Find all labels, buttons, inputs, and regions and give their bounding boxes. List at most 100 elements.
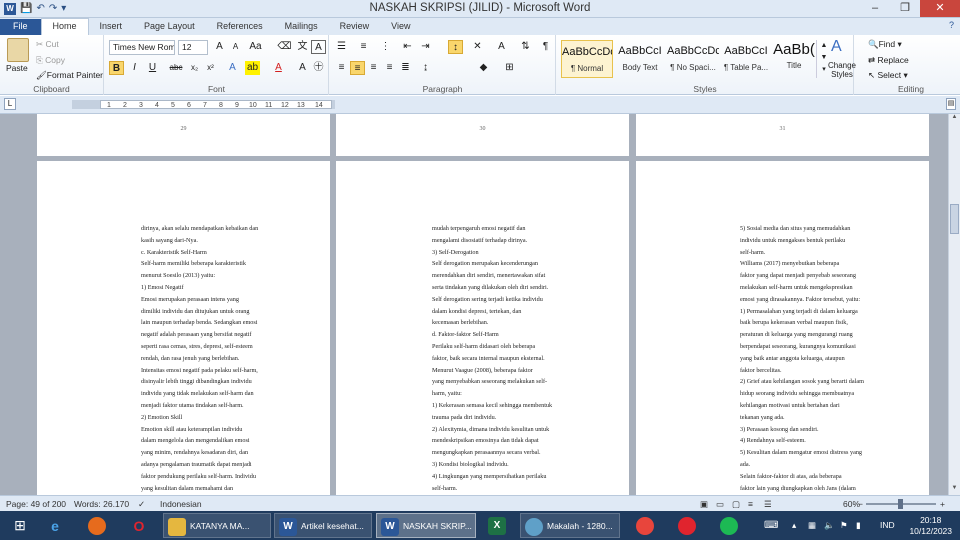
start-button[interactable]: ⊞ xyxy=(6,513,34,538)
ie-icon[interactable]: e xyxy=(42,513,68,538)
volume-icon[interactable]: 🔈 xyxy=(824,513,838,538)
taskbar-app-katanya[interactable]: KATANYA MA... xyxy=(163,513,271,538)
network-icon[interactable]: ▦ xyxy=(808,513,822,538)
tray-up-icon[interactable]: ▴ xyxy=(792,513,806,538)
distributed-icon[interactable]: ≣ xyxy=(398,61,413,75)
view-print-layout-icon[interactable]: ▣ xyxy=(700,499,708,510)
underline-button[interactable]: U xyxy=(145,61,160,75)
enclose-char-icon[interactable]: ㊉ xyxy=(311,61,326,75)
input-language[interactable]: IND xyxy=(880,513,900,538)
paste-button[interactable]: Paste xyxy=(6,63,28,73)
font-size-select[interactable]: 12 xyxy=(178,40,208,55)
view-outline-icon[interactable]: ≡ xyxy=(748,499,753,509)
copy-button[interactable]: ⎘ Copy xyxy=(36,55,65,66)
justify-icon[interactable]: ≡ xyxy=(382,61,397,75)
spacing-icon[interactable]: ↨ xyxy=(418,61,433,75)
decrease-indent-icon[interactable]: ⇤ xyxy=(400,40,415,54)
shrink-font-icon[interactable]: A xyxy=(228,40,243,54)
char-border-icon[interactable]: A xyxy=(311,40,326,54)
minimize-button[interactable]: – xyxy=(860,0,890,17)
proofing-icon[interactable]: ✓ xyxy=(138,499,145,510)
multilevel-list-icon[interactable]: ⋮ xyxy=(378,40,393,54)
grow-font-icon[interactable]: A xyxy=(212,40,227,54)
excel-icon[interactable]: X xyxy=(484,513,512,538)
style-table-paragraph[interactable]: AaBbCcI ¶ Table Pa... xyxy=(720,40,772,78)
paste-icon[interactable] xyxy=(7,38,29,62)
italic-button[interactable]: I xyxy=(127,61,142,75)
tab-selector-icon[interactable]: L xyxy=(4,98,16,110)
document-area[interactable]: 29 30 31 dirinya, akan selalu mendapatka… xyxy=(0,114,948,495)
sort-icon[interactable]: ⇅ xyxy=(518,40,533,54)
clock[interactable]: 20:18 10/12/2023 xyxy=(909,515,952,537)
view-ruler-icon[interactable]: ▤ xyxy=(946,98,956,110)
char-shading-icon[interactable]: A xyxy=(295,61,310,75)
taskbar-app-makalah[interactable]: Makalah - 1280... xyxy=(520,513,620,538)
subscript-button[interactable]: x₂ xyxy=(187,61,202,75)
keyboard-icon[interactable]: ⌨ xyxy=(764,513,784,538)
maximize-button[interactable]: ❐ xyxy=(890,0,920,17)
tab-mailings[interactable]: Mailings xyxy=(274,19,329,35)
text-effects-icon[interactable]: A xyxy=(225,61,240,75)
page-count[interactable]: Page: 49 of 200 xyxy=(6,499,66,509)
tab-file[interactable]: File xyxy=(0,19,41,35)
font-color-icon[interactable]: A xyxy=(271,61,286,75)
scroll-down-icon[interactable]: ▼ xyxy=(949,485,960,495)
bold-button[interactable]: B xyxy=(109,61,124,75)
battery-icon[interactable]: ▮ xyxy=(856,513,870,538)
page-left[interactable]: dirinya, akan selalu mendapatkan kebaika… xyxy=(37,161,330,495)
style-no-spacing[interactable]: AaBbCcDc ¶ No Spaci... xyxy=(667,40,719,78)
tab-view[interactable]: View xyxy=(380,19,421,35)
chrome-icon[interactable] xyxy=(632,513,658,538)
flag-icon[interactable]: ⚑ xyxy=(840,513,854,538)
numbering-icon[interactable]: ≡ xyxy=(356,40,371,54)
zoom-in-icon[interactable]: + xyxy=(940,499,945,509)
tab-references[interactable]: References xyxy=(206,19,274,35)
superscript-button[interactable]: x² xyxy=(203,61,218,75)
style-normal[interactable]: AaBbCcDc ¶ Normal xyxy=(561,40,613,78)
change-styles-icon[interactable]: A xyxy=(831,38,842,56)
tab-review[interactable]: Review xyxy=(329,19,381,35)
help-icon[interactable]: ? xyxy=(949,20,954,30)
shading-icon[interactable]: ◆ xyxy=(476,61,491,75)
text-direction-icon[interactable]: ✕ xyxy=(470,40,485,54)
change-styles-button[interactable]: Change Styles xyxy=(827,61,857,79)
cut-button[interactable]: ✂ Cut xyxy=(36,39,59,50)
find-button[interactable]: 🔍Find ▾ xyxy=(868,39,902,50)
view-web-layout-icon[interactable]: ▢ xyxy=(732,499,740,510)
scroll-thumb[interactable] xyxy=(950,204,959,234)
view-draft-icon[interactable]: ☰ xyxy=(764,499,772,510)
tab-insert[interactable]: Insert xyxy=(89,19,134,35)
highlight-icon[interactable]: ab xyxy=(245,61,260,75)
horizontal-ruler[interactable]: L 1 2 3 4 5 6 7 8 9 10 11 12 13 14 ▤ xyxy=(0,96,960,114)
align-right-icon[interactable]: ≡ xyxy=(366,61,381,75)
spotify-icon[interactable] xyxy=(716,513,742,538)
page-right[interactable]: 5) Sosial media dan situs yang memudahka… xyxy=(636,161,929,495)
firefox-icon[interactable] xyxy=(84,513,110,538)
borders-icon[interactable]: ⊞ xyxy=(502,61,517,75)
strikethrough-button[interactable]: abc xyxy=(167,61,185,75)
clear-format-icon[interactable]: ⌫ xyxy=(277,40,292,54)
taskbar-app-artikel[interactable]: W Artikel kesehat... xyxy=(274,513,372,538)
style-title[interactable]: AaBb( Title xyxy=(773,40,815,78)
style-body-text[interactable]: AaBbCcI Body Text xyxy=(614,40,666,78)
tab-page-layout[interactable]: Page Layout xyxy=(133,19,206,35)
language-status[interactable]: Indonesian xyxy=(160,499,202,509)
replace-button[interactable]: ⇄ Replace xyxy=(868,55,909,66)
asian-layout-icon[interactable]: A xyxy=(494,40,509,54)
increase-indent-icon[interactable]: ⇥ xyxy=(418,40,433,54)
zoom-out-icon[interactable]: − xyxy=(858,499,863,509)
view-full-screen-icon[interactable]: ▭ xyxy=(716,499,724,510)
change-case-icon[interactable]: Aa xyxy=(248,40,263,54)
tab-home[interactable]: Home xyxy=(40,18,89,35)
select-button[interactable]: ↖ Select ▾ xyxy=(868,70,908,81)
show-marks-icon[interactable]: ¶ xyxy=(538,40,553,54)
line-spacing-icon[interactable]: ↕ xyxy=(448,40,463,54)
scroll-up-icon[interactable]: ▲ xyxy=(949,114,960,124)
align-left-icon[interactable]: ≡ xyxy=(334,61,349,75)
opera-icon[interactable]: O xyxy=(126,513,152,538)
format-painter-button[interactable]: 🖌Format Painter xyxy=(36,70,103,81)
close-button[interactable]: ✕ xyxy=(920,0,960,17)
vertical-scrollbar[interactable]: ▲ ▼ xyxy=(948,114,960,495)
align-center-icon[interactable]: ≡ xyxy=(350,61,365,75)
phonetic-icon[interactable]: 文 xyxy=(295,40,310,54)
